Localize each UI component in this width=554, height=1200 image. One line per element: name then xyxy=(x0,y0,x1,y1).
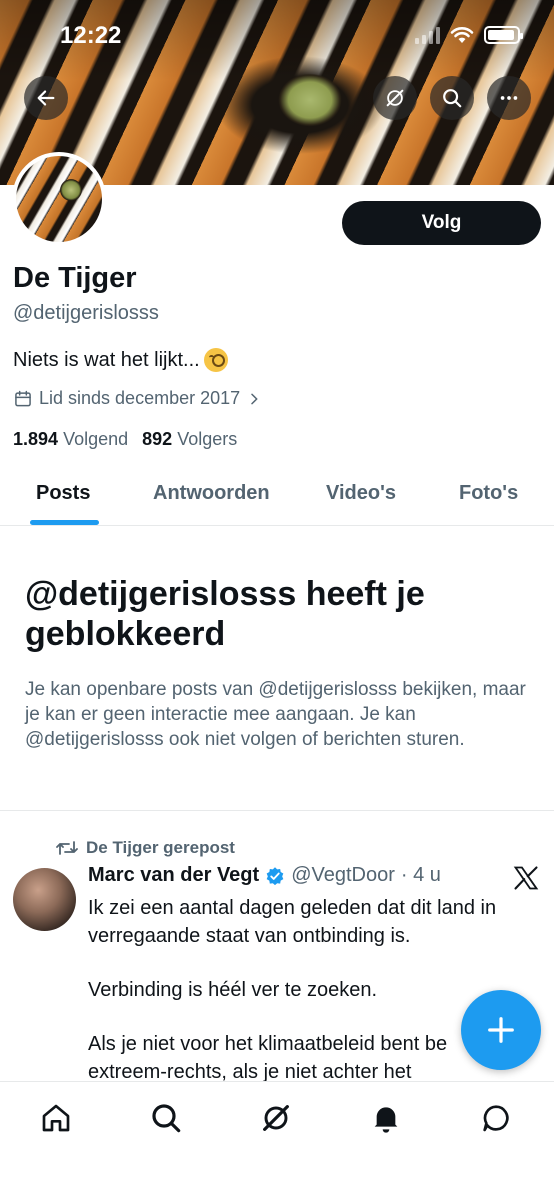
back-button[interactable] xyxy=(24,76,68,120)
grok-icon xyxy=(263,1105,289,1131)
post-paragraph: Ik zei een aantal dagen geleden dat dit … xyxy=(88,897,497,947)
status-icons xyxy=(415,26,523,44)
compose-button[interactable] xyxy=(461,990,541,1070)
search-icon xyxy=(152,1104,181,1133)
bio-text: Niets is wat het lijkt... xyxy=(13,348,200,371)
more-icon xyxy=(500,96,518,100)
more-button[interactable] xyxy=(487,76,531,120)
divider xyxy=(0,810,554,811)
repost-text: De Tijger gerepost xyxy=(86,838,235,857)
joined-date[interactable]: Lid sinds december 2017 xyxy=(13,388,262,409)
tab-videos[interactable]: Video's xyxy=(326,482,396,505)
cellular-signal-icon xyxy=(415,26,440,44)
post-author-handle: @VegtDoor xyxy=(291,864,395,886)
followers-count: 892 xyxy=(142,429,173,449)
chevron-right-icon xyxy=(251,393,258,404)
back-arrow-icon xyxy=(37,90,55,106)
blocked-title: @detijgerislosss heeft je geblokkeerd xyxy=(25,575,425,653)
verified-badge-icon xyxy=(266,866,284,885)
profile-stats: 1.894 Volgend 892 Volgers xyxy=(13,429,237,450)
post-paragraph: Verbinding is héél ver te zoeken. xyxy=(88,979,378,1001)
post-author-avatar[interactable] xyxy=(13,868,76,931)
status-time: 12:22 xyxy=(60,22,122,49)
post-body[interactable]: Ik zei een aantal dagen geleden dat dit … xyxy=(88,894,528,1082)
profile-tabs: Posts Antwoorden Video's Foto's xyxy=(0,466,554,526)
wifi-icon xyxy=(450,27,474,43)
profile-handle: @detijgerislosss xyxy=(13,302,159,324)
nav-notifications[interactable] xyxy=(368,1100,404,1136)
plus-icon xyxy=(488,1017,514,1043)
profile-avatar[interactable] xyxy=(12,152,106,246)
joined-text: Lid sinds december 2017 xyxy=(39,388,241,408)
nav-grok[interactable] xyxy=(258,1100,294,1136)
followers-link[interactable]: 892 Volgers xyxy=(142,429,237,450)
calendar-icon xyxy=(15,390,31,406)
search-icon xyxy=(443,89,462,108)
following-count: 1.894 xyxy=(13,429,59,449)
repost-icon xyxy=(56,841,78,855)
nav-search[interactable] xyxy=(148,1100,184,1136)
notifications-icon xyxy=(374,1107,398,1133)
bottom-navigation xyxy=(0,1081,554,1200)
face-with-monocle-icon xyxy=(203,348,228,372)
home-icon xyxy=(42,1104,70,1132)
post-author-name[interactable]: Marc van der Vegt xyxy=(88,864,259,887)
tab-photos[interactable]: Foto's xyxy=(459,482,518,505)
nav-home[interactable] xyxy=(38,1100,74,1136)
blocked-description: Je kan openbare posts van @detijgerislos… xyxy=(25,679,526,750)
following-label: Volgend xyxy=(63,429,129,449)
x-logo-icon xyxy=(513,866,539,890)
grok-button[interactable] xyxy=(373,76,417,120)
tab-posts[interactable]: Posts xyxy=(36,482,90,505)
active-tab-indicator xyxy=(30,520,99,525)
post-time: · 4 u xyxy=(400,864,441,886)
followers-label: Volgers xyxy=(177,429,238,449)
messages-icon xyxy=(483,1105,509,1132)
search-button[interactable] xyxy=(430,76,474,120)
repost-label: De Tijger gerepost xyxy=(56,838,235,858)
following-link[interactable]: 1.894 Volgend xyxy=(13,429,128,450)
profile-name: De Tijger xyxy=(13,262,137,294)
battery-icon xyxy=(484,26,523,44)
post-header: Marc van der Vegt @VegtDoor · 4 u xyxy=(88,864,441,887)
profile-bio: Niets is wat het lijkt... xyxy=(13,348,228,372)
nav-messages[interactable] xyxy=(478,1100,514,1136)
tab-replies[interactable]: Antwoorden xyxy=(153,482,270,505)
follow-button[interactable]: Volg xyxy=(342,201,541,245)
grok-icon xyxy=(386,89,404,107)
